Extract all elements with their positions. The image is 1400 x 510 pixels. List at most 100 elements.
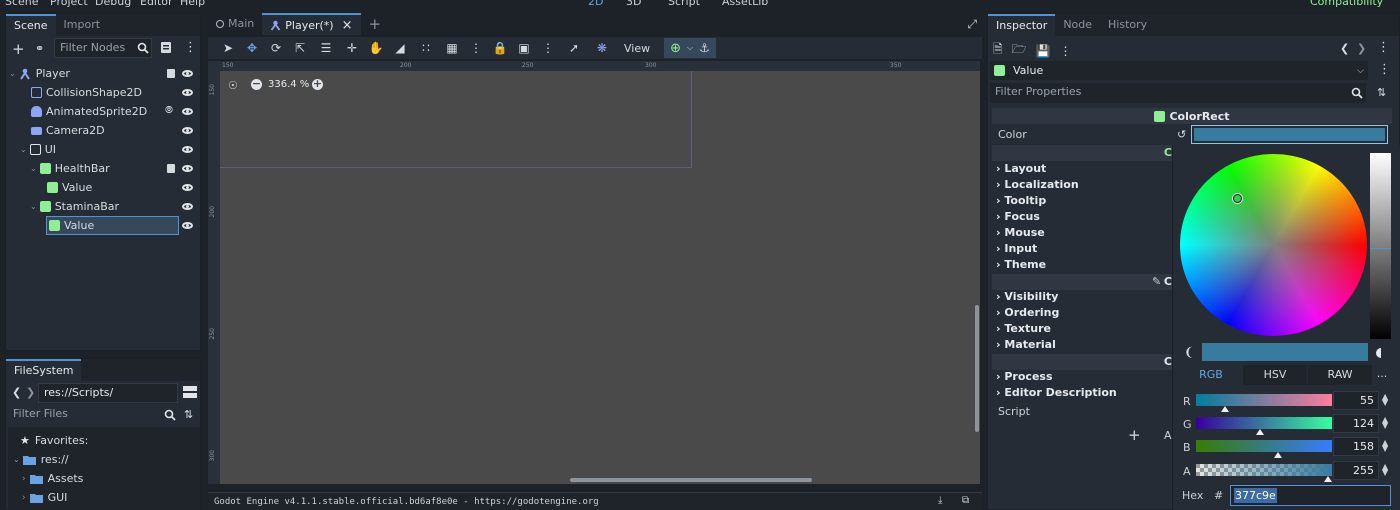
value-slider[interactable] [1370,153,1391,339]
section-ordering[interactable]: › Ordering [996,306,1059,319]
section-localization[interactable]: › Localization [996,178,1079,191]
slider-g-handle[interactable] [1256,429,1265,435]
filter-files-input[interactable]: Filter Files [8,405,178,425]
zoom-level[interactable]: 336.4 % [268,79,309,90]
channel-r-value[interactable]: 55 [1333,391,1379,410]
chevron-down-icon[interactable]: ⌵ [1357,66,1364,76]
close-icon[interactable]: × [342,16,353,35]
section-mouse[interactable]: › Mouse [996,226,1045,239]
object-options-icon[interactable]: ⋮ [1378,62,1391,77]
mode-script[interactable]: Script [668,0,700,8]
skeleton-menu-icon[interactable]: ⋮ [536,41,560,55]
visibility-eye-icon[interactable] [182,70,193,77]
color-property-swatch[interactable] [1191,125,1388,144]
view-menu[interactable]: View [616,42,658,55]
slider-r-handle[interactable] [1220,406,1229,412]
attached-script-icon[interactable] [166,163,176,174]
vertical-scrollbar[interactable] [975,305,979,432]
anchor-icon[interactable]: ⚓ [699,41,710,55]
menu-help[interactable]: Help [180,0,205,8]
channel-g-value[interactable]: 124 [1333,414,1379,433]
resource-menu-icon[interactable]: ⋮ [1060,40,1072,61]
chevron-right-icon[interactable]: › [22,493,26,503]
spin-a-icon[interactable]: ▲ ▼ [1382,463,1388,477]
rotate-tool-icon[interactable]: ⟳ [264,41,288,55]
lock-icon[interactable]: 🔒 [488,41,512,55]
tab-node[interactable]: Node [1055,14,1100,36]
mode-rgb[interactable]: RGB [1180,365,1242,385]
tab-history[interactable]: History [1100,14,1155,36]
tree-node-animatedsprite2d[interactable]: AnimatedSprite2D [31,102,147,121]
tab-filesystem[interactable]: FileSystem [6,359,82,381]
open-resource-icon[interactable]: 🗁 [1012,40,1027,61]
slider-b-handle[interactable] [1273,452,1282,458]
grid-snap-icon[interactable]: ▦ [440,41,464,55]
section-tooltip[interactable]: › Tooltip [996,194,1046,207]
mode-more[interactable]: ... [1372,365,1392,385]
add-metadata-icon[interactable]: + [1128,426,1141,444]
filter-options-icon[interactable]: ⇅ [1377,86,1386,99]
expand-bottom-icon[interactable]: ⤓ [938,495,942,506]
distraction-free-icon[interactable]: ⤢ [967,17,977,32]
zoom-out-icon[interactable]: − [251,78,262,90]
slider-a[interactable] [1196,464,1332,476]
chevron-right-icon[interactable]: › [22,474,26,484]
spin-b-icon[interactable]: ▲ ▼ [1382,439,1388,453]
tree-node-camera2d[interactable]: Camera2D [31,121,105,140]
mode-2d[interactable]: 2D [588,0,603,8]
eyedropper-icon[interactable]: ❨ [1184,345,1194,359]
signal-icon[interactable]: ⦾ [165,105,173,116]
tab-inspector[interactable]: Inspector [988,14,1056,36]
revert-icon[interactable]: ↺ [1177,128,1186,141]
visibility-eye-icon[interactable] [182,222,193,229]
mode-hsv[interactable]: HSV [1243,365,1307,385]
visibility-eye-icon[interactable] [182,203,193,210]
scale-tool-icon[interactable]: ⇱ [288,41,312,55]
section-visibility[interactable]: › Visibility [996,290,1058,303]
section-editor-description[interactable]: › Editor Description [996,386,1117,399]
mode-assetlib[interactable]: AssetLib [722,0,768,8]
slider-g[interactable] [1196,417,1332,429]
add-node-icon[interactable]: + [12,40,25,58]
back-arrow-icon[interactable]: ❮ [12,386,21,399]
tab-main[interactable]: Main [208,13,262,35]
section-layout[interactable]: › Layout [996,162,1046,175]
channel-b-value[interactable]: 158 [1333,437,1379,456]
spin-r-icon[interactable]: ▲ ▼ [1382,393,1388,407]
save-resource-icon[interactable]: 💾 [1036,40,1051,61]
tree-node-value-selected[interactable]: Value [46,216,179,235]
particles-icon[interactable]: ❋ [588,41,616,55]
object-menu-icon[interactable]: ⋮ [1377,40,1390,55]
attached-script-icon[interactable] [166,68,176,79]
forward-arrow-icon[interactable]: ❯ [26,386,35,399]
menu-project[interactable]: Project [50,0,88,8]
tree-node-value[interactable]: Value [47,178,92,197]
group-icon[interactable]: ▣ [512,41,536,55]
mode-raw[interactable]: RAW [1308,365,1372,385]
channel-a-value[interactable]: 255 [1333,461,1379,480]
visibility-eye-icon[interactable] [182,146,193,153]
folder-assets[interactable]: › Assets [22,469,83,488]
renderer-label[interactable]: Compatibility [1310,0,1383,8]
copy-icon[interactable]: ⧉ [962,495,969,506]
scene-menu-icon[interactable]: ⋮ [184,40,197,55]
new-tab-icon[interactable]: + [369,15,382,33]
object-selector[interactable]: Value ⌵ [990,61,1368,80]
section-process[interactable]: › Process [996,370,1053,383]
history-back-icon[interactable]: ❮ [1340,42,1349,55]
pivot-tool-icon[interactable]: ✛ [340,41,364,55]
tab-scene[interactable]: Scene [6,14,56,36]
path-input[interactable]: res://Scripts/ [38,383,178,403]
pan-tool-icon[interactable]: ✋ [364,41,388,55]
folder-gui[interactable]: › GUI [22,488,67,507]
section-input[interactable]: › Input [996,242,1037,255]
chevron-down-icon[interactable]: ⌵ [687,43,693,53]
color-wheel[interactable] [1180,154,1367,336]
sort-icon[interactable]: ⇅ [184,408,193,421]
filter-properties-input[interactable]: Filter Properties [990,83,1366,103]
tab-player[interactable]: Player(*) × [262,13,361,35]
visibility-eye-icon[interactable] [182,108,193,115]
res-root-item[interactable]: ⌄ res:// [13,450,69,469]
tab-import[interactable]: Import [56,14,109,36]
tree-node-staminabar[interactable]: ⌄ StaminaBar [30,197,119,216]
